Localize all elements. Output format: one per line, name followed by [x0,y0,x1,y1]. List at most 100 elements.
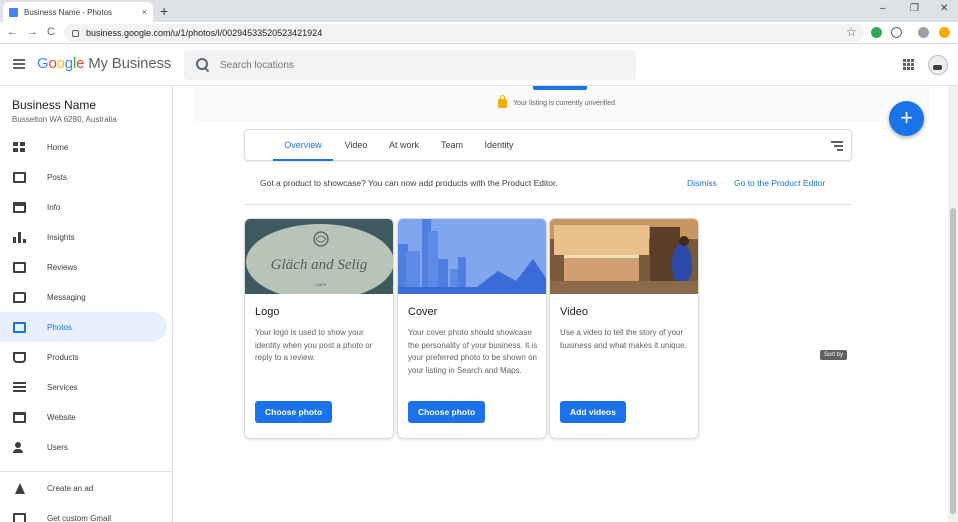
website-icon [13,411,26,423]
reviews-icon [13,261,26,273]
window-close-icon[interactable]: ✕ [940,3,948,14]
choose-logo-button[interactable]: Choose photo [255,401,333,423]
scrollbar-thumb[interactable] [950,208,956,514]
tab-team[interactable]: Team [435,130,469,161]
sidebar-item-services[interactable]: Services [0,372,167,402]
gmail-icon [13,512,26,522]
tab-video[interactable]: Video [339,130,373,161]
photos-icon [13,321,26,333]
update-alert-icon[interactable] [939,27,950,38]
card-description: Your cover photo should showcase the per… [408,328,538,375]
sidebar-item-users[interactable]: Users [0,432,167,462]
logo-product-name: My Business [88,55,172,72]
sidebar-item-photos[interactable]: Photos [0,312,167,342]
tab-close-icon[interactable]: × [142,7,147,17]
sidebar-item-label: Posts [47,172,68,182]
logo-letter: G [37,55,49,72]
logo-letter: o [56,55,65,72]
sidebar-item-home[interactable]: Home [0,132,167,162]
card-title: Cover [408,306,438,318]
sidebar-item-label: Reviews [47,262,78,272]
sidebar-item-label: Website [47,412,76,422]
card-title: Video [560,306,588,318]
sidebar-item-create-ad[interactable]: Create an ad [0,473,167,503]
photo-tabs: Overview Video At work Team Identity [244,129,852,161]
posts-icon [13,171,26,183]
sidebar-item-label: Users [47,442,68,452]
logo-script-text: Gläch and Selig [271,257,368,273]
apps-grid-icon[interactable] [903,59,914,70]
profile-extension-icon[interactable] [918,27,929,38]
sidebar-item-label: Info [47,202,61,212]
browser-tab[interactable]: Business Name - Photos × [3,2,153,22]
sidebar-item-label: Get custom Gmail [47,513,112,522]
verify-button-edge[interactable] [533,86,587,90]
reload-icon[interactable]: C [47,26,55,38]
logo-image[interactable]: Gläch and Selig CAFE [245,219,393,294]
dismiss-link[interactable]: Dismiss [687,178,717,188]
sidebar-divider [0,471,173,472]
choose-cover-button[interactable]: Choose photo [408,401,486,423]
divider [244,204,852,205]
google-ads-icon [13,482,26,494]
sidebar-item-website[interactable]: Website [0,402,167,432]
tab-title: Business Name - Photos [24,7,113,17]
menu-icon[interactable] [13,59,25,69]
new-tab-button[interactable]: + [160,2,168,20]
sidebar-item-insights[interactable]: Insights [0,222,167,252]
product-editor-promo: Got a product to showcase? You can now a… [260,178,558,188]
favicon-icon [9,7,18,17]
address-bar[interactable]: business.google.com/u/1/photos/l/0029453… [64,24,864,42]
forward-icon[interactable]: → [27,26,38,38]
main-content: Your listing is currently unverified + O… [174,86,948,522]
location-search[interactable] [184,50,636,80]
cover-image[interactable] [398,219,546,294]
google-my-business-logo[interactable]: Google My Business [37,55,171,72]
cover-card: Cover Your cover photo should showcase t… [397,218,547,439]
product-editor-link[interactable]: Go to the Product Editor [734,178,825,188]
logo-letter: g [64,55,73,72]
business-name: Business Name [12,98,97,112]
sidebar-item-products[interactable]: Products [0,342,167,372]
shield-extension-icon[interactable] [891,27,902,38]
minimize-icon[interactable]: – [880,3,886,14]
logo-letter: o [48,55,57,72]
dashboard-icon [13,141,26,153]
sidebar-item-label: Messaging [47,292,86,302]
avatar[interactable] [928,55,948,75]
card-description: Use a video to tell the story of your bu… [560,328,687,350]
sidebar-item-posts[interactable]: Posts [0,162,167,192]
sidebar-item-reviews[interactable]: Reviews [0,252,167,282]
lock-icon [72,29,79,37]
add-photo-fab[interactable]: + [889,101,924,136]
browser-tab-strip: Business Name - Photos × + – ❐ ✕ [0,0,958,22]
tab-overview[interactable]: Overview [273,130,333,161]
tab-at-work[interactable]: At work [383,130,425,161]
sidebar-item-label: Insights [47,232,75,242]
basket-icon [13,351,26,363]
page-scrollbar[interactable] [948,86,958,522]
logo-letter: e [76,55,85,72]
search-input[interactable] [220,59,620,71]
bookmark-star-icon[interactable]: ☆ [846,25,857,39]
add-videos-button[interactable]: Add videos [560,401,626,423]
app-header: Google My Business [0,44,958,86]
sidebar-item-info[interactable]: Info [0,192,167,222]
sidebar-item-messaging[interactable]: Messaging [0,282,167,312]
card-title: Logo [255,306,280,318]
unverified-notice: Your listing is currently unverified [498,95,615,108]
storefront-icon [13,201,26,213]
message-icon [13,291,26,303]
sidebar-item-label: Create an ad [47,483,94,493]
logo-card: Gläch and Selig CAFE Logo Your logo is u… [244,218,394,439]
tab-identity[interactable]: Identity [478,130,520,161]
grammarly-extension-icon[interactable] [871,27,882,38]
sidebar: Business Name Busselton WA 6280, Austral… [0,86,173,522]
video-thumbnail[interactable] [550,219,698,294]
bar-chart-icon [13,231,26,243]
sidebar-item-gmail[interactable]: Get custom Gmail [0,503,167,522]
back-icon[interactable]: ← [7,26,18,38]
sort-icon[interactable] [831,141,843,153]
lock-icon [498,95,507,108]
maximize-icon[interactable]: ❐ [910,3,919,14]
